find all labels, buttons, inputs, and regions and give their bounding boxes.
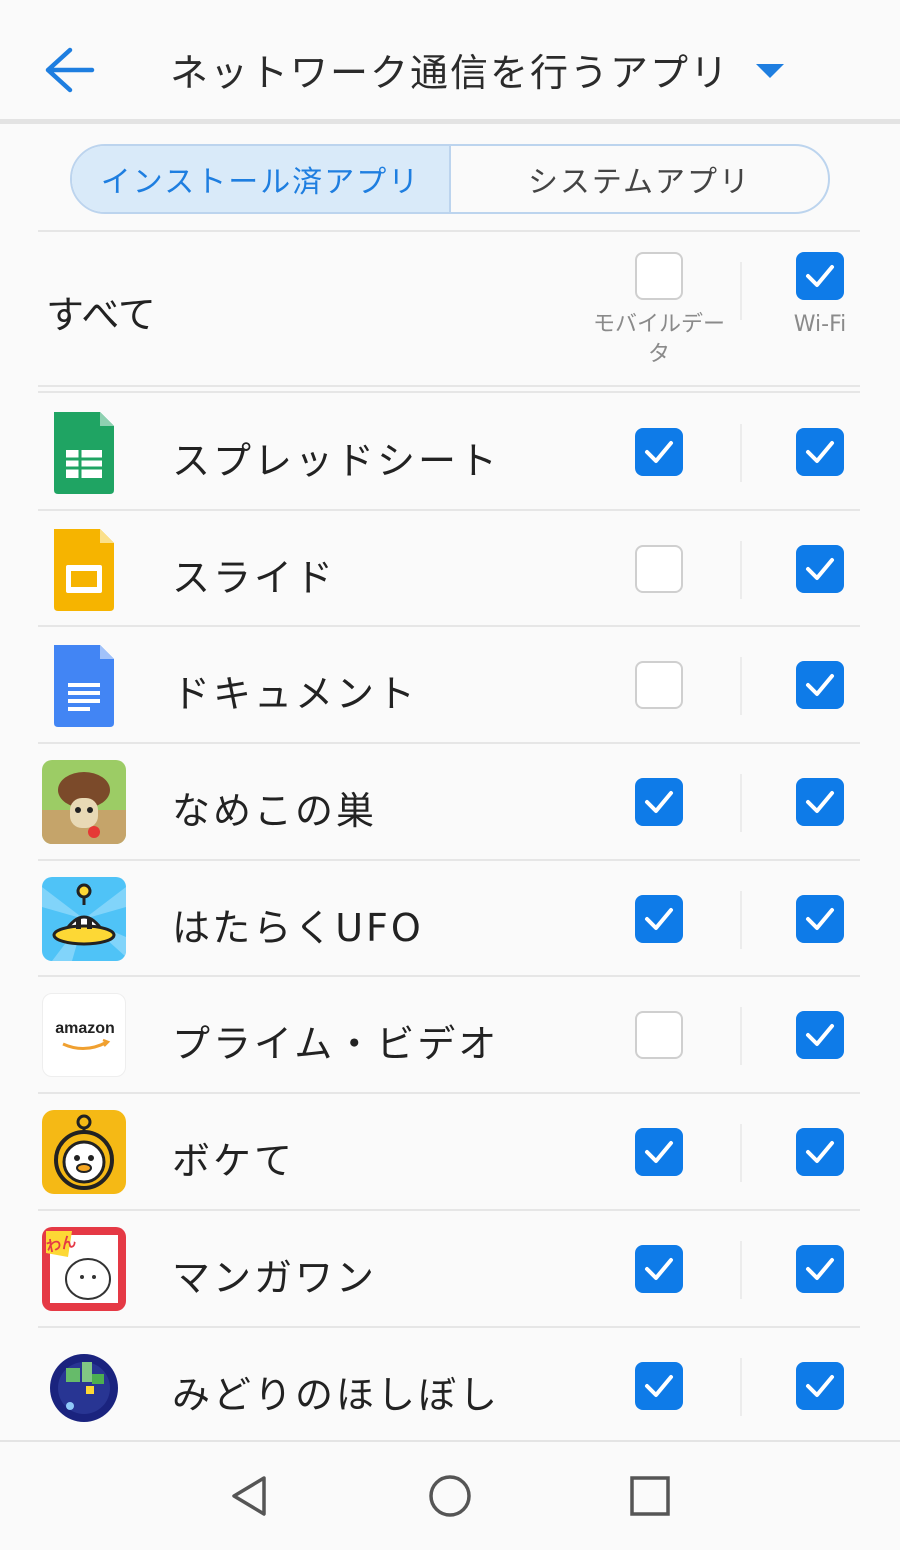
mobile-data-checkbox[interactable] bbox=[635, 661, 683, 710]
midori-icon bbox=[42, 1343, 126, 1428]
mobile-data-checkbox[interactable] bbox=[635, 778, 683, 827]
amazon-icon: amazon bbox=[42, 993, 126, 1078]
checkmark-icon bbox=[806, 441, 834, 463]
list-item[interactable]: amazon プライム・ビデオ bbox=[0, 977, 900, 1095]
mobile-data-checkbox[interactable] bbox=[635, 428, 683, 476]
app-name: ドキュメント bbox=[172, 672, 419, 717]
checkmark-icon bbox=[806, 1024, 834, 1047]
wifi-checkbox[interactable] bbox=[796, 661, 844, 710]
wifi-checkbox[interactable] bbox=[796, 1361, 844, 1410]
mobile-data-checkbox[interactable] bbox=[635, 1011, 683, 1060]
app-name: スプレッドシート bbox=[172, 439, 501, 483]
app-name: マンガワン bbox=[172, 1255, 378, 1300]
page-title: ネットワーク通信を行うアプリ bbox=[170, 51, 731, 95]
app-bar: ネットワーク通信を行うアプリ bbox=[0, 0, 900, 124]
column-separator bbox=[740, 1124, 742, 1183]
app-name: スライド bbox=[172, 555, 337, 600]
column-separator bbox=[740, 890, 742, 949]
tab-system-apps[interactable]: システムアプリ bbox=[451, 146, 828, 212]
checkmark-icon bbox=[806, 1374, 834, 1397]
docs-icon bbox=[42, 643, 126, 728]
list-item[interactable]: はたらくUFO bbox=[0, 861, 900, 978]
wifi-checkbox[interactable] bbox=[796, 894, 844, 943]
checkmark-icon bbox=[806, 907, 834, 930]
mobile-data-column-label: モバイルデー タ bbox=[580, 310, 738, 370]
arrow-left-icon[interactable] bbox=[40, 44, 96, 96]
checkmark-icon bbox=[645, 1141, 673, 1164]
wifi-checkbox[interactable] bbox=[796, 428, 844, 476]
wifi-checkbox[interactable] bbox=[796, 544, 844, 593]
wifi-checkbox[interactable] bbox=[796, 778, 844, 827]
list-item[interactable]: スプレッドシート bbox=[0, 394, 900, 511]
mobile-data-checkbox[interactable] bbox=[635, 1361, 683, 1410]
checkmark-icon bbox=[645, 791, 673, 814]
wifi-checkbox[interactable] bbox=[796, 1128, 844, 1177]
bokete-icon bbox=[42, 1110, 126, 1195]
app-name: ボケて bbox=[172, 1139, 296, 1184]
tab-installed-apps[interactable]: インストール済アプリ bbox=[72, 146, 451, 212]
list-item[interactable]: スライド bbox=[0, 511, 900, 628]
all-wifi-checkbox[interactable] bbox=[796, 252, 844, 300]
divider bbox=[38, 385, 860, 393]
wifi-column-label: Wi-Fi bbox=[793, 312, 847, 337]
nav-home-icon[interactable] bbox=[426, 1472, 474, 1520]
wifi-checkbox[interactable] bbox=[796, 1011, 844, 1060]
all-mobile-data-checkbox[interactable] bbox=[635, 252, 683, 300]
nameko-icon bbox=[42, 760, 126, 845]
mobile-data-checkbox[interactable] bbox=[635, 894, 683, 943]
checkmark-icon bbox=[806, 674, 834, 697]
app-list: スプレッドシート スライド ドキュメント なめこの巣 はたらくUFO amazo… bbox=[0, 394, 900, 1444]
checkmark-icon bbox=[806, 557, 834, 580]
mobile-data-checkbox[interactable] bbox=[635, 544, 683, 593]
all-label: すべて bbox=[46, 293, 156, 337]
app-name: みどりのほしぼし bbox=[172, 1372, 501, 1417]
column-separator bbox=[740, 1357, 742, 1416]
mobile-data-checkbox[interactable] bbox=[635, 1128, 683, 1177]
column-separator bbox=[740, 774, 742, 833]
nav-recents-icon[interactable] bbox=[626, 1472, 674, 1520]
column-separator bbox=[740, 1007, 742, 1066]
mobile-data-label-line2: タ bbox=[647, 342, 670, 367]
checkmark-icon bbox=[645, 1374, 673, 1397]
all-apps-row: すべて モバイルデー タ Wi-Fi bbox=[0, 232, 900, 387]
column-separator bbox=[740, 424, 742, 482]
checkmark-icon bbox=[806, 1141, 834, 1164]
list-item[interactable]: ドキュメント bbox=[0, 627, 900, 745]
sheets-icon bbox=[42, 410, 126, 494]
wifi-checkbox[interactable] bbox=[796, 1244, 844, 1293]
list-item[interactable]: わん マンガワン bbox=[0, 1211, 900, 1328]
slides-icon bbox=[42, 527, 126, 611]
checkmark-icon bbox=[645, 907, 673, 930]
list-item[interactable]: なめこの巣 bbox=[0, 744, 900, 861]
mobile-data-label-line1: モバイルデー bbox=[592, 312, 725, 337]
mobile-data-checkbox[interactable] bbox=[635, 1244, 683, 1293]
column-separator bbox=[740, 1240, 742, 1299]
list-item[interactable]: みどりのほしぼし bbox=[0, 1328, 900, 1445]
ufo-icon bbox=[42, 876, 126, 961]
triangle-down-icon[interactable] bbox=[752, 56, 788, 86]
mangaone-icon: わん bbox=[42, 1226, 126, 1311]
checkmark-icon bbox=[806, 1257, 834, 1280]
list-item[interactable]: ボケて bbox=[0, 1094, 900, 1211]
nav-back-icon[interactable] bbox=[226, 1472, 274, 1520]
column-separator bbox=[740, 262, 742, 320]
column-separator bbox=[740, 540, 742, 599]
column-separator bbox=[740, 657, 742, 716]
checkmark-icon bbox=[645, 441, 673, 463]
app-name: はたらくUFO bbox=[172, 905, 424, 950]
segmented-tabs: インストール済アプリ システムアプリ bbox=[70, 144, 830, 214]
checkmark-icon bbox=[806, 791, 834, 814]
app-name: プライム・ビデオ bbox=[172, 1022, 500, 1067]
checkmark-icon bbox=[806, 265, 834, 287]
checkmark-icon bbox=[645, 1257, 673, 1280]
navigation-bar bbox=[0, 1440, 900, 1550]
app-name: なめこの巣 bbox=[172, 789, 378, 834]
